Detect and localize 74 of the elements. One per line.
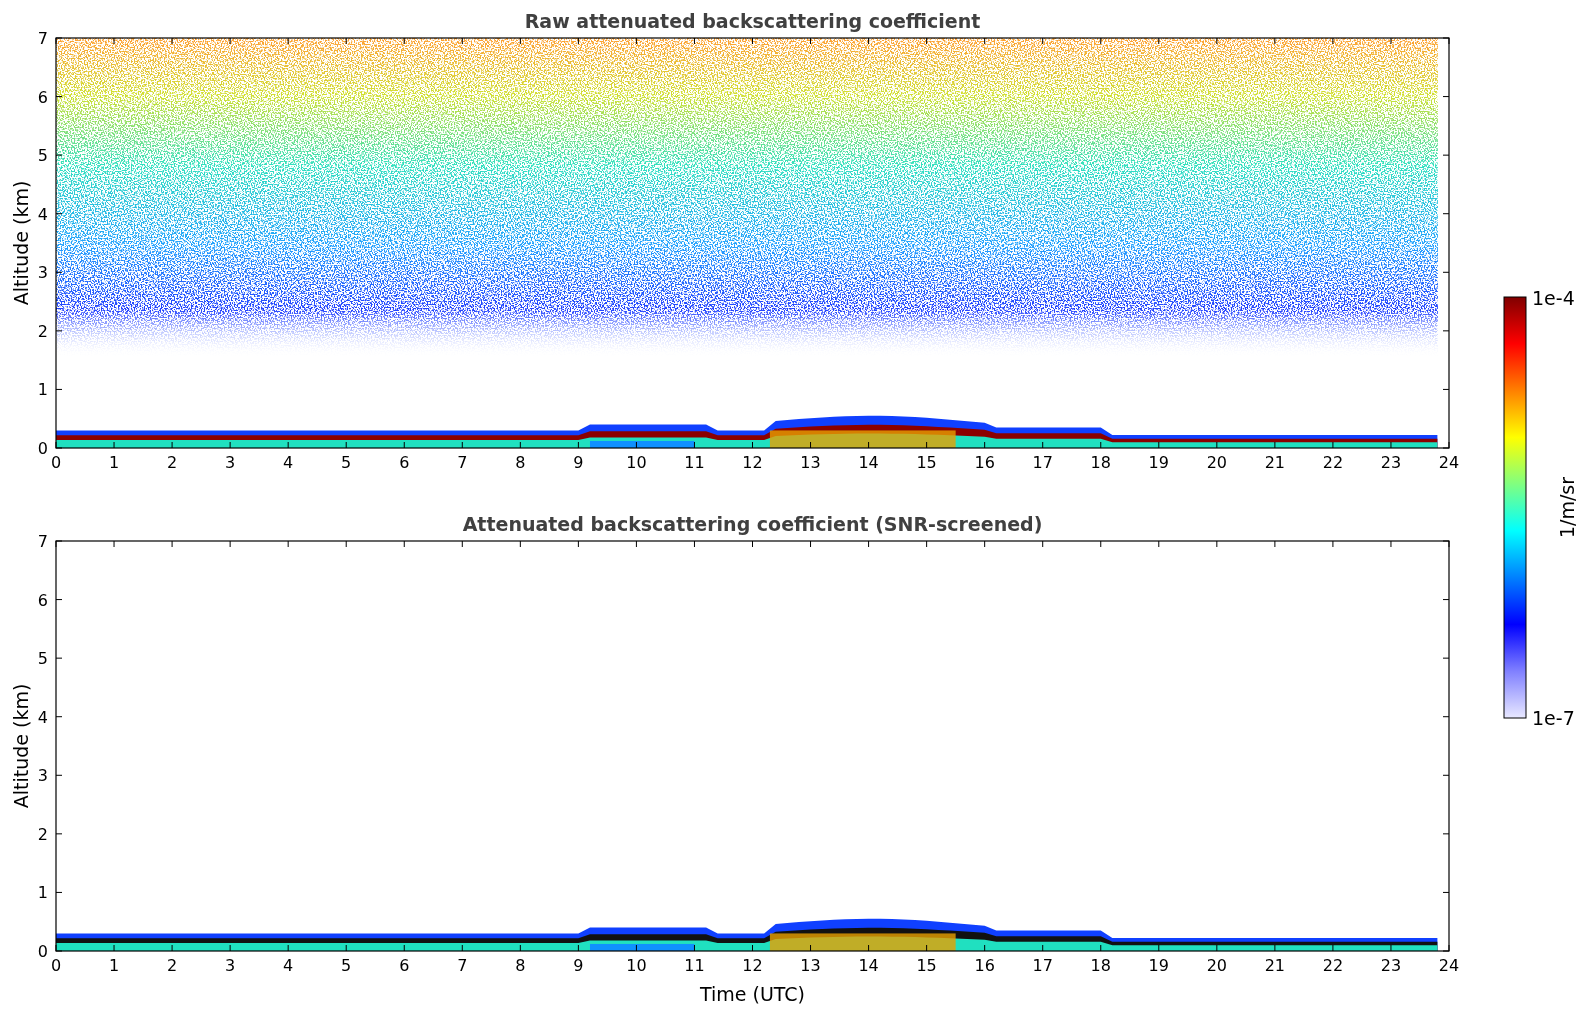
x-tick-label: 16 xyxy=(974,956,995,975)
x-tick-label: 13 xyxy=(800,956,821,975)
x-tick-label: 7 xyxy=(457,956,468,975)
x-tick-label: 24 xyxy=(1438,453,1460,472)
y-tick-label: 7 xyxy=(37,29,48,48)
x-tick-label: 19 xyxy=(1148,956,1169,975)
x-tick-label: 5 xyxy=(341,956,352,975)
x-tick-label: 1 xyxy=(108,956,120,975)
x-tick-label: 10 xyxy=(626,956,647,975)
colorbar-unit-label: 1/m/sr xyxy=(1556,476,1578,539)
y-axis-label: Altitude (km) xyxy=(10,683,32,809)
y-tick-label: 2 xyxy=(37,824,48,844)
x-tick-label: 4 xyxy=(283,956,294,975)
x-tick-label: 20 xyxy=(1206,956,1227,975)
y-tick-label: 3 xyxy=(37,766,48,786)
x-tick-label: 17 xyxy=(1032,453,1053,472)
plot-title: Attenuated backscattering coefficient (SNR-screened) xyxy=(462,513,1043,535)
x-tick-label: 8 xyxy=(515,956,526,975)
x-tick-label: 2 xyxy=(167,453,178,472)
x-tick-label: 16 xyxy=(974,453,995,472)
x-tick-label: 5 xyxy=(341,453,352,472)
x-tick-label: 11 xyxy=(684,956,705,975)
x-tick-label: 18 xyxy=(1090,956,1111,975)
y-tick-label: 2 xyxy=(37,321,48,341)
y-tick-label: 6 xyxy=(37,87,48,107)
y-tick-label: 6 xyxy=(37,590,48,610)
x-tick-label: 3 xyxy=(225,956,236,975)
y-tick-label: 7 xyxy=(37,532,48,551)
y-tick-label: 1 xyxy=(37,380,48,400)
x-tick-label: 2 xyxy=(167,956,178,975)
colorbar-max-label: 1e-4 xyxy=(1532,287,1575,309)
x-tick-label: 24 xyxy=(1438,956,1460,975)
y-tick-label: 4 xyxy=(37,204,48,224)
colorbar-min-label: 1e-7 xyxy=(1532,707,1575,729)
x-tick-label: 0 xyxy=(50,453,62,472)
x-tick-label: 4 xyxy=(283,453,294,472)
y-tick-label: 0 xyxy=(37,439,48,458)
x-tick-label: 7 xyxy=(457,453,468,472)
x-tick-label: 6 xyxy=(399,453,410,472)
x-tick-label: 10 xyxy=(626,453,647,472)
y-tick-label: 5 xyxy=(37,649,48,669)
x-tick-label: 6 xyxy=(399,956,410,975)
x-tick-label: 1 xyxy=(108,453,120,472)
x-tick-label: 0 xyxy=(50,956,62,975)
y-tick-label: 4 xyxy=(37,707,48,727)
x-tick-label: 19 xyxy=(1148,453,1169,472)
x-tick-label: 21 xyxy=(1264,956,1286,975)
x-tick-label: 15 xyxy=(916,956,937,975)
x-tick-label: 12 xyxy=(742,956,763,975)
x-tick-label: 3 xyxy=(225,453,236,472)
x-tick-label: 17 xyxy=(1032,956,1053,975)
x-tick-label: 23 xyxy=(1380,453,1402,472)
x-tick-label: 15 xyxy=(916,453,937,472)
y-tick-label: 3 xyxy=(37,263,48,283)
x-tick-label: 13 xyxy=(800,453,821,472)
y-axis-label: Altitude (km) xyxy=(10,180,32,306)
plot-title: Raw attenuated backscattering coefficient xyxy=(524,10,981,32)
x-tick-label: 22 xyxy=(1322,956,1344,975)
x-tick-label: 14 xyxy=(858,453,879,472)
x-tick-label: 12 xyxy=(742,453,763,472)
x-tick-label: 18 xyxy=(1090,453,1111,472)
x-tick-label: 11 xyxy=(684,453,705,472)
y-tick-label: 1 xyxy=(37,883,48,903)
x-tick-label: 14 xyxy=(858,956,879,975)
x-tick-label: 21 xyxy=(1264,453,1286,472)
y-tick-label: 0 xyxy=(37,942,48,961)
x-axis-label: Time (UTC) xyxy=(700,983,805,1005)
x-tick-label: 23 xyxy=(1380,956,1402,975)
x-tick-label: 9 xyxy=(573,956,584,975)
y-tick-label: 5 xyxy=(37,146,48,166)
x-tick-label: 22 xyxy=(1322,453,1344,472)
x-tick-label: 20 xyxy=(1206,453,1227,472)
x-tick-label: 8 xyxy=(515,453,526,472)
x-tick-label: 9 xyxy=(573,453,584,472)
